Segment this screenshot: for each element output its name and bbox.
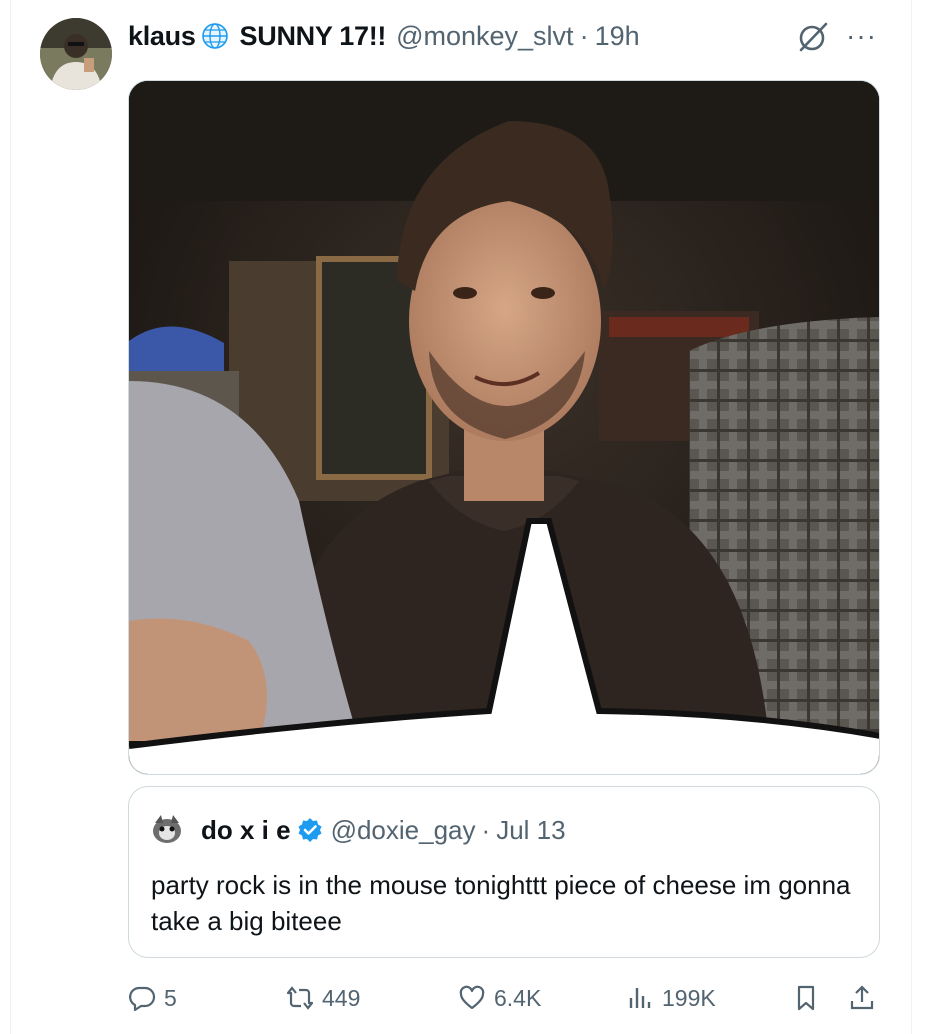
share-button[interactable]: [848, 980, 876, 1016]
quoted-tweet-text: party rock is in the mouse tonighttt pie…: [151, 870, 851, 936]
quoted-author-avatar[interactable]: [149, 811, 185, 847]
repost-button[interactable]: 449: [286, 980, 360, 1016]
reply-button[interactable]: 5: [128, 980, 177, 1016]
author-name-suffix[interactable]: SUNNY 17!!: [240, 21, 387, 52]
tweet-image[interactable]: [128, 80, 880, 775]
verified-badge-icon: [298, 818, 322, 842]
tweet-actions: 5 449 6.4K 199K: [128, 980, 880, 1016]
repost-icon: [286, 986, 314, 1010]
globe-icon: [201, 23, 228, 49]
quoted-author-name[interactable]: do x i e: [201, 815, 291, 846]
more-options-icon[interactable]: ···: [846, 22, 877, 50]
tweet-header: klaus SUNNY 17!! @monkey_slvt · 19h: [128, 18, 640, 54]
analytics-icon: [629, 988, 651, 1008]
bookmark-icon: [797, 985, 815, 1011]
reply-icon: [129, 986, 156, 1012]
reply-count: 5: [164, 984, 177, 1011]
tweet-timestamp[interactable]: 19h: [595, 21, 640, 52]
like-count: 6.4K: [494, 984, 542, 1011]
views-count: 199K: [662, 984, 716, 1011]
bookmark-button[interactable]: [792, 980, 820, 1016]
like-button[interactable]: 6.4K: [458, 980, 541, 1016]
author-name[interactable]: klaus: [128, 21, 196, 52]
quoted-author-handle[interactable]: @doxie_gay: [331, 815, 476, 846]
quoted-header: do x i e @doxie_gay · Jul 13: [201, 813, 566, 847]
separator-dot: ·: [579, 20, 589, 51]
share-icon: [850, 985, 874, 1010]
quoted-separator-dot: ·: [481, 814, 491, 845]
author-avatar[interactable]: [40, 18, 112, 90]
heart-icon: [459, 985, 485, 1010]
views-button[interactable]: 199K: [626, 980, 716, 1016]
quoted-date[interactable]: Jul 13: [496, 815, 565, 846]
grok-icon[interactable]: [796, 20, 830, 54]
quoted-tweet[interactable]: do x i e @doxie_gay · Jul 13 party rock …: [128, 786, 880, 958]
author-handle[interactable]: @monkey_slvt: [396, 21, 573, 52]
repost-count: 449: [322, 984, 361, 1011]
